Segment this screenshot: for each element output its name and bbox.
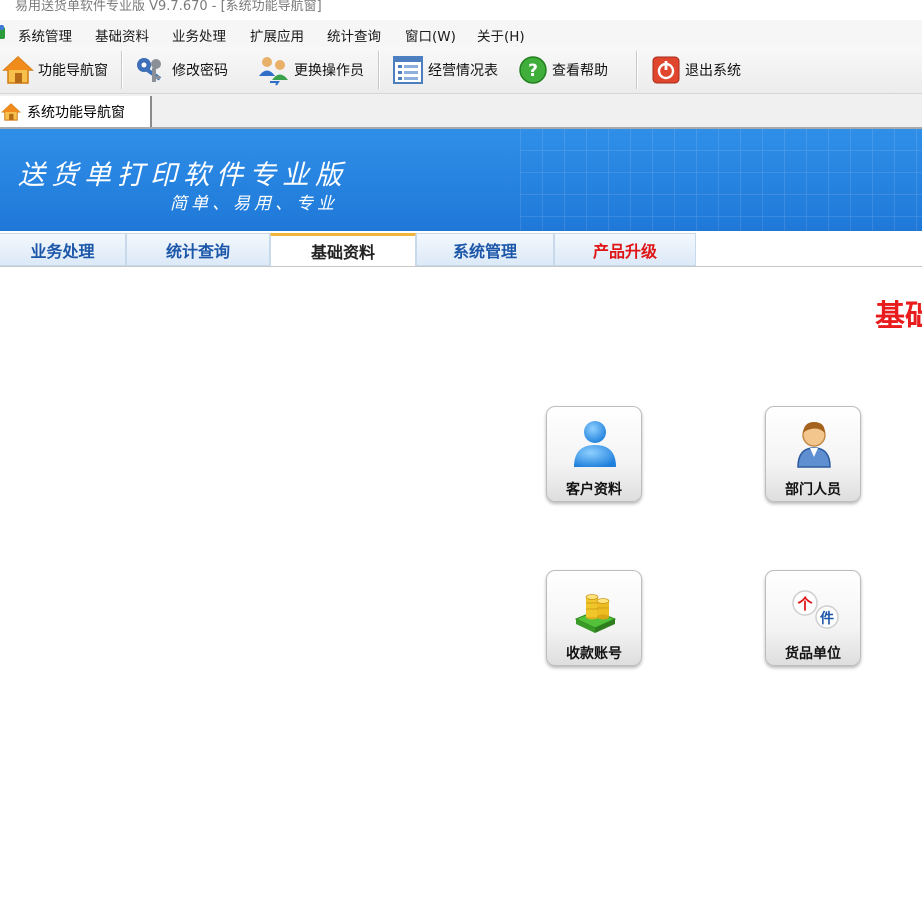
window-titlebar: 易用送货单软件专业版 V9.7.670 - [系统功能导航窗] (0, 0, 922, 20)
unit-glyph-ge: 个 (796, 595, 813, 613)
home-icon (2, 55, 34, 84)
customer-icon (574, 421, 616, 467)
toolbar-change-password-button[interactable]: 修改密码 (134, 53, 228, 87)
tab-business[interactable]: 业务处理 (0, 233, 126, 266)
toolbar-label: 功能导航窗 (38, 63, 108, 79)
toolbar: 功能导航窗 修改密码 更换操作员 经营情况表 ? 查看帮助 退出系统 (0, 47, 922, 94)
banner-decoration (520, 129, 922, 231)
coins-stack-icon (574, 594, 617, 633)
tab-statistics[interactable]: 统计查询 (126, 233, 270, 266)
tile-label: 客户资料 (566, 482, 622, 498)
report-list-icon (393, 56, 423, 84)
home-icon (1, 102, 21, 121)
document-tab-strip: 系统功能导航窗 (0, 94, 922, 129)
toolbar-label: 查看帮助 (552, 63, 608, 79)
menu-basic-data[interactable]: 基础资料 (95, 25, 149, 45)
banner-title: 送货单打印软件专业版 (18, 160, 348, 191)
tab-system-management[interactable]: 系统管理 (416, 233, 554, 266)
staff-person-icon (797, 422, 831, 468)
toolbar-exit-button[interactable]: 退出系统 (651, 53, 741, 87)
menu-statistics[interactable]: 统计查询 (327, 25, 381, 45)
unit-glyph-jian: 件 (820, 610, 834, 627)
toolbar-label: 修改密码 (172, 63, 228, 79)
menu-about[interactable]: 关于(H) (477, 25, 525, 45)
menu-business[interactable]: 业务处理 (172, 25, 226, 45)
nav-tab-bar: 业务处理 统计查询 基础资料 系统管理 产品升级 (0, 232, 922, 267)
app-banner: 送货单打印软件专业版 简单、易用、专业 (0, 129, 922, 231)
toolbar-label: 更换操作员 (294, 63, 364, 79)
banner-subtitle: 简单、易用、专业 (170, 194, 338, 214)
toolbar-label: 经营情况表 (428, 63, 498, 79)
menu-system-management[interactable]: 系统管理 (18, 25, 72, 45)
section-title: 基础 (875, 299, 922, 334)
app-icon (0, 25, 5, 39)
toolbar-switch-operator-button[interactable]: 更换操作员 (258, 53, 364, 87)
tab-product-upgrade[interactable]: 产品升级 (554, 233, 696, 266)
menu-bar: 系统管理 基础资料 业务处理 扩展应用 统计查询 窗口(W) 关于(H) (0, 20, 922, 47)
tile-label: 部门人员 (785, 482, 841, 498)
power-icon (652, 56, 680, 84)
tile-label: 收款账号 (566, 646, 622, 662)
toolbar-help-button[interactable]: ? 查看帮助 (518, 53, 608, 87)
toolbar-business-report-button[interactable]: 经营情况表 (392, 53, 498, 87)
unit-icon: 个 件 (792, 590, 839, 629)
svg-text:?: ? (528, 61, 538, 81)
keys-icon (137, 58, 162, 82)
window-title: 易用送货单软件专业版 V9.7.670 - [系统功能导航窗] (15, 0, 322, 14)
tile-goods-unit[interactable]: 个 件 货品单位 (765, 570, 861, 666)
tile-department-staff[interactable]: 部门人员 (765, 406, 861, 502)
toolbar-label: 退出系统 (685, 63, 741, 79)
toolbar-nav-window-button[interactable]: 功能导航窗 (2, 53, 108, 87)
toolbar-separator (378, 51, 380, 89)
menu-window[interactable]: 窗口(W) (405, 25, 456, 45)
users-switch-icon (259, 57, 288, 86)
help-icon: ? (519, 56, 547, 84)
toolbar-separator (636, 51, 638, 89)
tab-basic-data[interactable]: 基础资料 (270, 233, 416, 266)
tile-customer-data[interactable]: 客户资料 (546, 406, 642, 502)
doc-tab-nav-window[interactable]: 系统功能导航窗 (0, 96, 152, 127)
tile-payment-account[interactable]: 收款账号 (546, 570, 642, 666)
doc-tab-label: 系统功能导航窗 (27, 104, 125, 121)
menu-extensions[interactable]: 扩展应用 (250, 25, 304, 45)
tile-label: 货品单位 (785, 646, 841, 662)
toolbar-separator (121, 51, 123, 89)
